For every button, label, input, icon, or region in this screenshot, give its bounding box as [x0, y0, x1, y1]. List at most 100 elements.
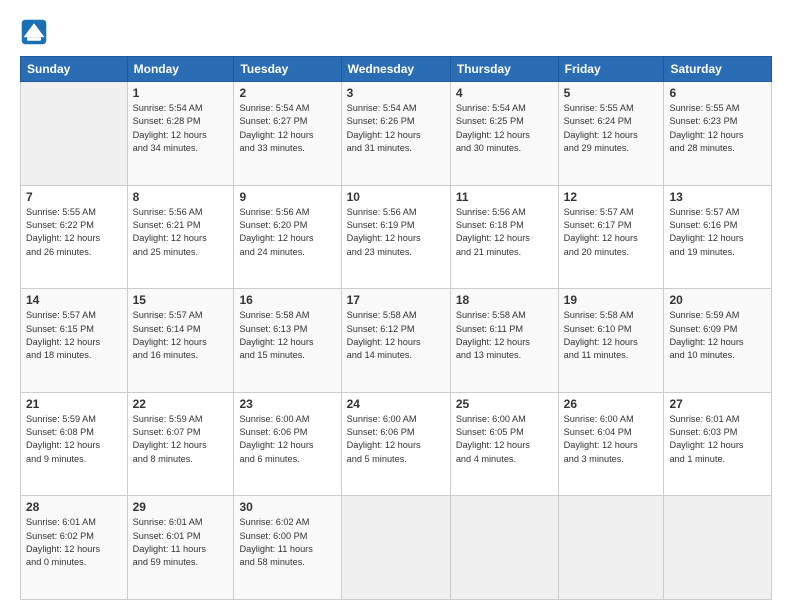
- logo-icon: [20, 18, 48, 46]
- day-number: 3: [347, 86, 445, 100]
- day-number: 1: [133, 86, 229, 100]
- day-info: Sunrise: 5:56 AMSunset: 6:21 PMDaylight:…: [133, 206, 229, 259]
- day-number: 23: [239, 397, 335, 411]
- calendar-cell: 8 Sunrise: 5:56 AMSunset: 6:21 PMDaylight…: [127, 185, 234, 289]
- day-info: Sunrise: 6:01 AMSunset: 6:03 PMDaylight:…: [669, 413, 766, 466]
- calendar-cell: 29 Sunrise: 6:01 AMSunset: 6:01 PMDayligh…: [127, 496, 234, 600]
- day-info: Sunrise: 6:00 AMSunset: 6:05 PMDaylight:…: [456, 413, 553, 466]
- calendar-cell: 10Sunrise: 5:56 AMSunset: 6:19 PMDayligh…: [341, 185, 450, 289]
- day-number: 14: [26, 293, 122, 307]
- day-info: Sunrise: 5:54 AMSunset: 6:25 PMDaylight:…: [456, 102, 553, 155]
- calendar-header-row: SundayMondayTuesdayWednesdayThursdayFrid…: [21, 57, 772, 82]
- calendar-cell: [664, 496, 772, 600]
- calendar-cell: 9 Sunrise: 5:56 AMSunset: 6:20 PMDaylight…: [234, 185, 341, 289]
- calendar-header-saturday: Saturday: [664, 57, 772, 82]
- calendar-cell: 11 Sunrise: 5:56 AMSunset: 6:18 PMDayligh…: [450, 185, 558, 289]
- calendar-cell: 2 Sunrise: 5:54 AMSunset: 6:27 PMDaylight…: [234, 82, 341, 186]
- day-info: Sunrise: 5:55 AMSunset: 6:23 PMDaylight:…: [669, 102, 766, 155]
- calendar-week-2: 14Sunrise: 5:57 AMSunset: 6:15 PMDayligh…: [21, 289, 772, 393]
- calendar-cell: 27 Sunrise: 6:01 AMSunset: 6:03 PMDayligh…: [664, 392, 772, 496]
- day-number: 15: [133, 293, 229, 307]
- day-info: Sunrise: 5:59 AMSunset: 6:09 PMDaylight:…: [669, 309, 766, 362]
- calendar-header-wednesday: Wednesday: [341, 57, 450, 82]
- day-number: 5: [564, 86, 659, 100]
- calendar-cell: 26 Sunrise: 6:00 AMSunset: 6:04 PMDayligh…: [558, 392, 664, 496]
- calendar-cell: 24 Sunrise: 6:00 AMSunset: 6:06 PMDayligh…: [341, 392, 450, 496]
- calendar-cell: [450, 496, 558, 600]
- day-number: 7: [26, 190, 122, 204]
- day-number: 20: [669, 293, 766, 307]
- day-number: 21: [26, 397, 122, 411]
- day-number: 12: [564, 190, 659, 204]
- day-number: 9: [239, 190, 335, 204]
- day-number: 8: [133, 190, 229, 204]
- day-number: 4: [456, 86, 553, 100]
- calendar-cell: 20 Sunrise: 5:59 AMSunset: 6:09 PMDayligh…: [664, 289, 772, 393]
- calendar-header-thursday: Thursday: [450, 57, 558, 82]
- calendar-cell: 5 Sunrise: 5:55 AMSunset: 6:24 PMDaylight…: [558, 82, 664, 186]
- day-number: 16: [239, 293, 335, 307]
- calendar-cell: 16 Sunrise: 5:58 AMSunset: 6:13 PMDayligh…: [234, 289, 341, 393]
- day-number: 13: [669, 190, 766, 204]
- calendar-cell: 22Sunrise: 5:59 AMSunset: 6:07 PMDayligh…: [127, 392, 234, 496]
- calendar-cell: 1 Sunrise: 5:54 AMSunset: 6:28 PMDaylight…: [127, 82, 234, 186]
- day-number: 22: [133, 397, 229, 411]
- day-info: Sunrise: 5:55 AMSunset: 6:22 PMDaylight:…: [26, 206, 122, 259]
- header: [20, 18, 772, 46]
- day-info: Sunrise: 5:58 AMSunset: 6:12 PMDaylight:…: [347, 309, 445, 362]
- calendar-cell: 17 Sunrise: 5:58 AMSunset: 6:12 PMDayligh…: [341, 289, 450, 393]
- calendar-cell: 23 Sunrise: 6:00 AMSunset: 6:06 PMDayligh…: [234, 392, 341, 496]
- day-number: 26: [564, 397, 659, 411]
- day-number: 6: [669, 86, 766, 100]
- day-number: 30: [239, 500, 335, 514]
- calendar-cell: 28 Sunrise: 6:01 AMSunset: 6:02 PMDayligh…: [21, 496, 128, 600]
- day-info: Sunrise: 5:54 AMSunset: 6:26 PMDaylight:…: [347, 102, 445, 155]
- day-info: Sunrise: 6:01 AMSunset: 6:01 PMDaylight:…: [133, 516, 229, 569]
- day-number: 11: [456, 190, 553, 204]
- day-info: Sunrise: 6:00 AMSunset: 6:06 PMDaylight:…: [239, 413, 335, 466]
- day-info: Sunrise: 5:58 AMSunset: 6:10 PMDaylight:…: [564, 309, 659, 362]
- day-number: 2: [239, 86, 335, 100]
- calendar-cell: 21Sunrise: 5:59 AMSunset: 6:08 PMDayligh…: [21, 392, 128, 496]
- calendar-week-0: 1 Sunrise: 5:54 AMSunset: 6:28 PMDaylight…: [21, 82, 772, 186]
- day-number: 27: [669, 397, 766, 411]
- day-info: Sunrise: 5:56 AMSunset: 6:20 PMDaylight:…: [239, 206, 335, 259]
- calendar-cell: 30 Sunrise: 6:02 AMSunset: 6:00 PMDayligh…: [234, 496, 341, 600]
- calendar-cell: 25 Sunrise: 6:00 AMSunset: 6:05 PMDayligh…: [450, 392, 558, 496]
- logo: [20, 18, 50, 46]
- calendar-week-4: 28 Sunrise: 6:01 AMSunset: 6:02 PMDayligh…: [21, 496, 772, 600]
- day-number: 28: [26, 500, 122, 514]
- day-info: Sunrise: 5:54 AMSunset: 6:28 PMDaylight:…: [133, 102, 229, 155]
- day-info: Sunrise: 6:00 AMSunset: 6:04 PMDaylight:…: [564, 413, 659, 466]
- day-info: Sunrise: 5:57 AMSunset: 6:14 PMDaylight:…: [133, 309, 229, 362]
- calendar-header-sunday: Sunday: [21, 57, 128, 82]
- calendar-week-3: 21Sunrise: 5:59 AMSunset: 6:08 PMDayligh…: [21, 392, 772, 496]
- calendar-week-1: 7 Sunrise: 5:55 AMSunset: 6:22 PMDaylight…: [21, 185, 772, 289]
- calendar-cell: 7 Sunrise: 5:55 AMSunset: 6:22 PMDaylight…: [21, 185, 128, 289]
- day-info: Sunrise: 5:57 AMSunset: 6:17 PMDaylight:…: [564, 206, 659, 259]
- day-number: 24: [347, 397, 445, 411]
- day-info: Sunrise: 5:57 AMSunset: 6:16 PMDaylight:…: [669, 206, 766, 259]
- calendar-cell: 12 Sunrise: 5:57 AMSunset: 6:17 PMDayligh…: [558, 185, 664, 289]
- calendar-cell: 13 Sunrise: 5:57 AMSunset: 6:16 PMDayligh…: [664, 185, 772, 289]
- calendar-header-tuesday: Tuesday: [234, 57, 341, 82]
- day-info: Sunrise: 6:02 AMSunset: 6:00 PMDaylight:…: [239, 516, 335, 569]
- calendar-header-monday: Monday: [127, 57, 234, 82]
- day-info: Sunrise: 6:01 AMSunset: 6:02 PMDaylight:…: [26, 516, 122, 569]
- calendar-cell: [558, 496, 664, 600]
- day-info: Sunrise: 5:55 AMSunset: 6:24 PMDaylight:…: [564, 102, 659, 155]
- calendar-cell: [21, 82, 128, 186]
- calendar-table: SundayMondayTuesdayWednesdayThursdayFrid…: [20, 56, 772, 600]
- day-info: Sunrise: 5:56 AMSunset: 6:19 PMDaylight:…: [347, 206, 445, 259]
- day-info: Sunrise: 5:56 AMSunset: 6:18 PMDaylight:…: [456, 206, 553, 259]
- calendar-cell: 6 Sunrise: 5:55 AMSunset: 6:23 PMDaylight…: [664, 82, 772, 186]
- calendar-cell: 3 Sunrise: 5:54 AMSunset: 6:26 PMDaylight…: [341, 82, 450, 186]
- day-number: 18: [456, 293, 553, 307]
- day-number: 29: [133, 500, 229, 514]
- day-number: 25: [456, 397, 553, 411]
- day-info: Sunrise: 5:54 AMSunset: 6:27 PMDaylight:…: [239, 102, 335, 155]
- day-info: Sunrise: 5:58 AMSunset: 6:13 PMDaylight:…: [239, 309, 335, 362]
- calendar-cell: 14Sunrise: 5:57 AMSunset: 6:15 PMDayligh…: [21, 289, 128, 393]
- day-number: 17: [347, 293, 445, 307]
- day-info: Sunrise: 6:00 AMSunset: 6:06 PMDaylight:…: [347, 413, 445, 466]
